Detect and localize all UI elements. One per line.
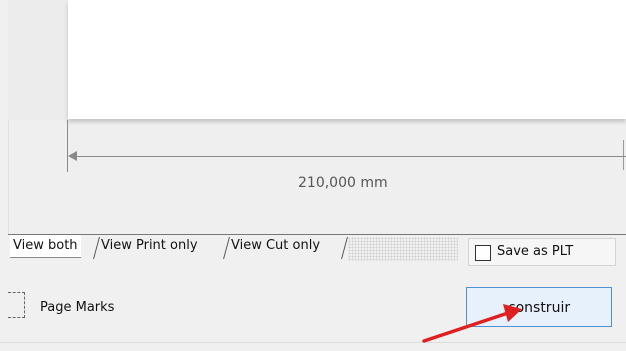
- tab-view-print-only[interactable]: View Print only: [98, 235, 201, 257]
- dimension-label: 210,000 mm: [298, 175, 388, 191]
- dimension-line: [72, 156, 626, 157]
- construir-button[interactable]: construir: [466, 287, 612, 327]
- tab-view-both[interactable]: View both: [10, 235, 81, 258]
- dimension-tick-right: [623, 140, 624, 170]
- save-as-plt-option[interactable]: Save as PLT: [468, 238, 616, 266]
- page-marks-checkbox[interactable]: [8, 292, 25, 318]
- preview-left-margin: [8, 0, 68, 120]
- tab-separator: [341, 237, 348, 259]
- paper-preview: [68, 0, 626, 119]
- tab-view-cut-only[interactable]: View Cut only: [228, 235, 323, 257]
- page-marks-label: Page Marks: [40, 300, 115, 315]
- dimension-arrowhead-icon: [68, 151, 77, 161]
- bottom-divider: [0, 342, 626, 343]
- tab-bar-fill: [348, 237, 458, 261]
- save-as-plt-checkbox[interactable]: [475, 245, 491, 261]
- save-as-plt-label: Save as PLT: [497, 244, 574, 259]
- dimension-tick-left: [67, 120, 68, 172]
